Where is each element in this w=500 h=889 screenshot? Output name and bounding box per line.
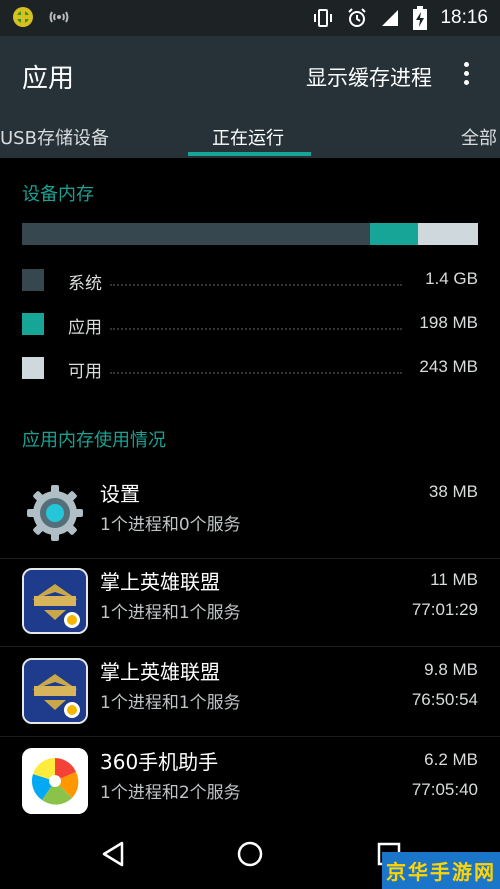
app-running-time: 76:50:54 bbox=[411, 690, 478, 709]
legend-leader bbox=[110, 284, 402, 286]
app-memory-size: 38 MB bbox=[428, 482, 478, 501]
watermark-text: 京华手游网 bbox=[386, 860, 496, 884]
overflow-menu-icon[interactable] bbox=[460, 62, 472, 88]
page-title: 应用 bbox=[22, 64, 75, 94]
show-cached-processes-button[interactable]: 显示缓存进程 bbox=[306, 62, 432, 92]
alarm-icon bbox=[348, 8, 367, 27]
back-icon[interactable] bbox=[100, 840, 126, 868]
legend-value: 243 MB bbox=[419, 357, 478, 376]
settings-gear-icon bbox=[22, 480, 88, 546]
app-processes: 1个进程和1个服务 bbox=[100, 693, 241, 713]
app-name: 掌上英雄联盟 bbox=[100, 660, 220, 684]
app-name: 设置 bbox=[100, 482, 140, 506]
vibrate-icon bbox=[314, 9, 333, 27]
tab-strip: USB存储设备 正在运行 全部 bbox=[0, 112, 500, 158]
legend-label: 系统 bbox=[68, 274, 102, 294]
app-processes: 1个进程和0个服务 bbox=[100, 515, 241, 535]
status-bar: 18:16 bbox=[0, 0, 500, 36]
legend-label: 可用 bbox=[68, 362, 102, 382]
app-memory-header: 应用内存使用情况 bbox=[22, 430, 166, 451]
legend-swatch-apps bbox=[22, 313, 44, 335]
memory-bar-system-segment bbox=[22, 223, 370, 245]
memory-usage-bar bbox=[22, 223, 478, 245]
status-right-icons: 18:16 bbox=[312, 6, 488, 30]
lol-app-icon bbox=[22, 568, 88, 634]
app-row-settings[interactable]: 设置 1个进程和0个服务 38 MB bbox=[0, 470, 500, 559]
legend-leader bbox=[110, 372, 402, 374]
legend-leader bbox=[110, 328, 402, 330]
home-icon[interactable] bbox=[237, 840, 263, 868]
app-row-360[interactable]: 360手机助手 1个进程和2个服务 6.2 MB 77:05:40 bbox=[0, 738, 500, 826]
tab-all[interactable]: 全部 bbox=[461, 124, 497, 150]
legend-row-system: 系统 1.4 GB bbox=[22, 267, 478, 294]
app-name: 360手机助手 bbox=[100, 750, 219, 774]
action-bar: 应用 显示缓存进程 bbox=[0, 36, 500, 112]
app-memory-size: 11 MB bbox=[430, 570, 478, 589]
status-left-icons bbox=[12, 6, 70, 28]
tab-usb-storage[interactable]: USB存储设备 bbox=[0, 124, 109, 150]
app-row-lol-1[interactable]: 掌上英雄联盟 1个进程和1个服务 11 MB 77:01:29 bbox=[0, 558, 500, 647]
lol-app-icon bbox=[22, 658, 88, 724]
game-notification-icon bbox=[13, 7, 33, 27]
tab-running[interactable]: 正在运行 bbox=[212, 124, 284, 150]
app-memory-size: 9.8 MB bbox=[424, 660, 478, 679]
legend-row-free: 可用 243 MB bbox=[22, 355, 478, 382]
app-name: 掌上英雄联盟 bbox=[100, 570, 220, 594]
app-memory-size: 6.2 MB bbox=[424, 750, 478, 769]
app-processes: 1个进程和1个服务 bbox=[100, 603, 241, 623]
legend-swatch-free bbox=[22, 357, 44, 379]
signal-icon bbox=[382, 10, 399, 26]
legend-row-apps: 应用 198 MB bbox=[22, 311, 478, 338]
360-assistant-icon bbox=[22, 748, 88, 814]
app-processes: 1个进程和2个服务 bbox=[100, 783, 241, 803]
app-row-lol-2[interactable]: 掌上英雄联盟 1个进程和1个服务 9.8 MB 76:50:54 bbox=[0, 648, 500, 737]
tab-indicator bbox=[188, 152, 311, 156]
legend-value: 1.4 GB bbox=[425, 269, 478, 288]
app-running-time: 77:01:29 bbox=[411, 600, 478, 619]
app-running-time: 77:05:40 bbox=[411, 780, 478, 799]
legend-swatch-system bbox=[22, 269, 44, 291]
legend-value: 198 MB bbox=[419, 313, 478, 332]
battery-charging-icon bbox=[413, 6, 428, 30]
memory-bar-apps-segment bbox=[370, 223, 418, 245]
wifi-signal-icon bbox=[49, 11, 69, 23]
device-memory-header: 设备内存 bbox=[22, 184, 94, 205]
status-time: 18:16 bbox=[440, 7, 488, 28]
watermark-logo: 京华手游网 bbox=[382, 852, 500, 889]
legend-label: 应用 bbox=[68, 318, 102, 338]
